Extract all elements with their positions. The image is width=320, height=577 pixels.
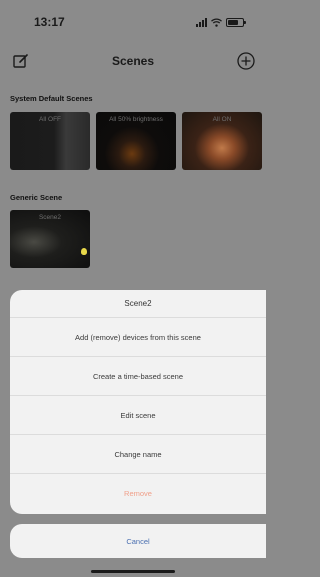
scene-card-label: Scene2 <box>38 214 62 221</box>
action-sheet: Scene2 Add (remove) devices from this sc… <box>10 290 266 514</box>
scene-card-scene2[interactable]: Scene2 <box>10 210 90 268</box>
status-time: 13:17 <box>34 15 65 29</box>
wifi-icon <box>211 17 222 27</box>
remove-button[interactable]: Remove <box>10 474 266 513</box>
signal-icon <box>196 17 207 27</box>
add-circle-icon[interactable] <box>236 51 256 71</box>
home-indicator <box>91 570 175 573</box>
status-bar: 13:17 <box>0 0 266 44</box>
scene-card-all-on[interactable]: All ON <box>182 112 262 170</box>
system-scenes-row: All OFF All 50% brightness All ON <box>10 112 262 170</box>
scene-card-label: All 50% brightness <box>109 116 163 123</box>
battery-icon <box>226 17 246 27</box>
create-time-based-scene-button[interactable]: Create a time-based scene <box>10 357 266 396</box>
scene-card-label: All ON <box>212 116 232 123</box>
cancel-button[interactable]: Cancel <box>10 524 266 558</box>
scene-card-all-off[interactable]: All OFF <box>10 112 90 170</box>
system-scenes-title: System Default Scenes <box>10 94 93 103</box>
generic-scenes-row: Scene2 <box>10 210 90 268</box>
scene-card-label: All OFF <box>38 116 62 123</box>
generic-scenes-title: Generic Scene <box>10 193 63 202</box>
action-sheet-title: Scene2 <box>10 290 266 318</box>
edit-scene-button[interactable]: Edit scene <box>10 396 266 435</box>
scene-card-all-half[interactable]: All 50% brightness <box>96 112 176 170</box>
edit-icon[interactable] <box>12 52 30 70</box>
bulb-icon <box>81 248 87 255</box>
change-name-button[interactable]: Change name <box>10 435 266 474</box>
status-icons <box>196 17 246 27</box>
nav-bar: Scenes <box>0 44 266 78</box>
page-title: Scenes <box>111 54 155 68</box>
add-remove-devices-button[interactable]: Add (remove) devices from this scene <box>10 318 266 357</box>
